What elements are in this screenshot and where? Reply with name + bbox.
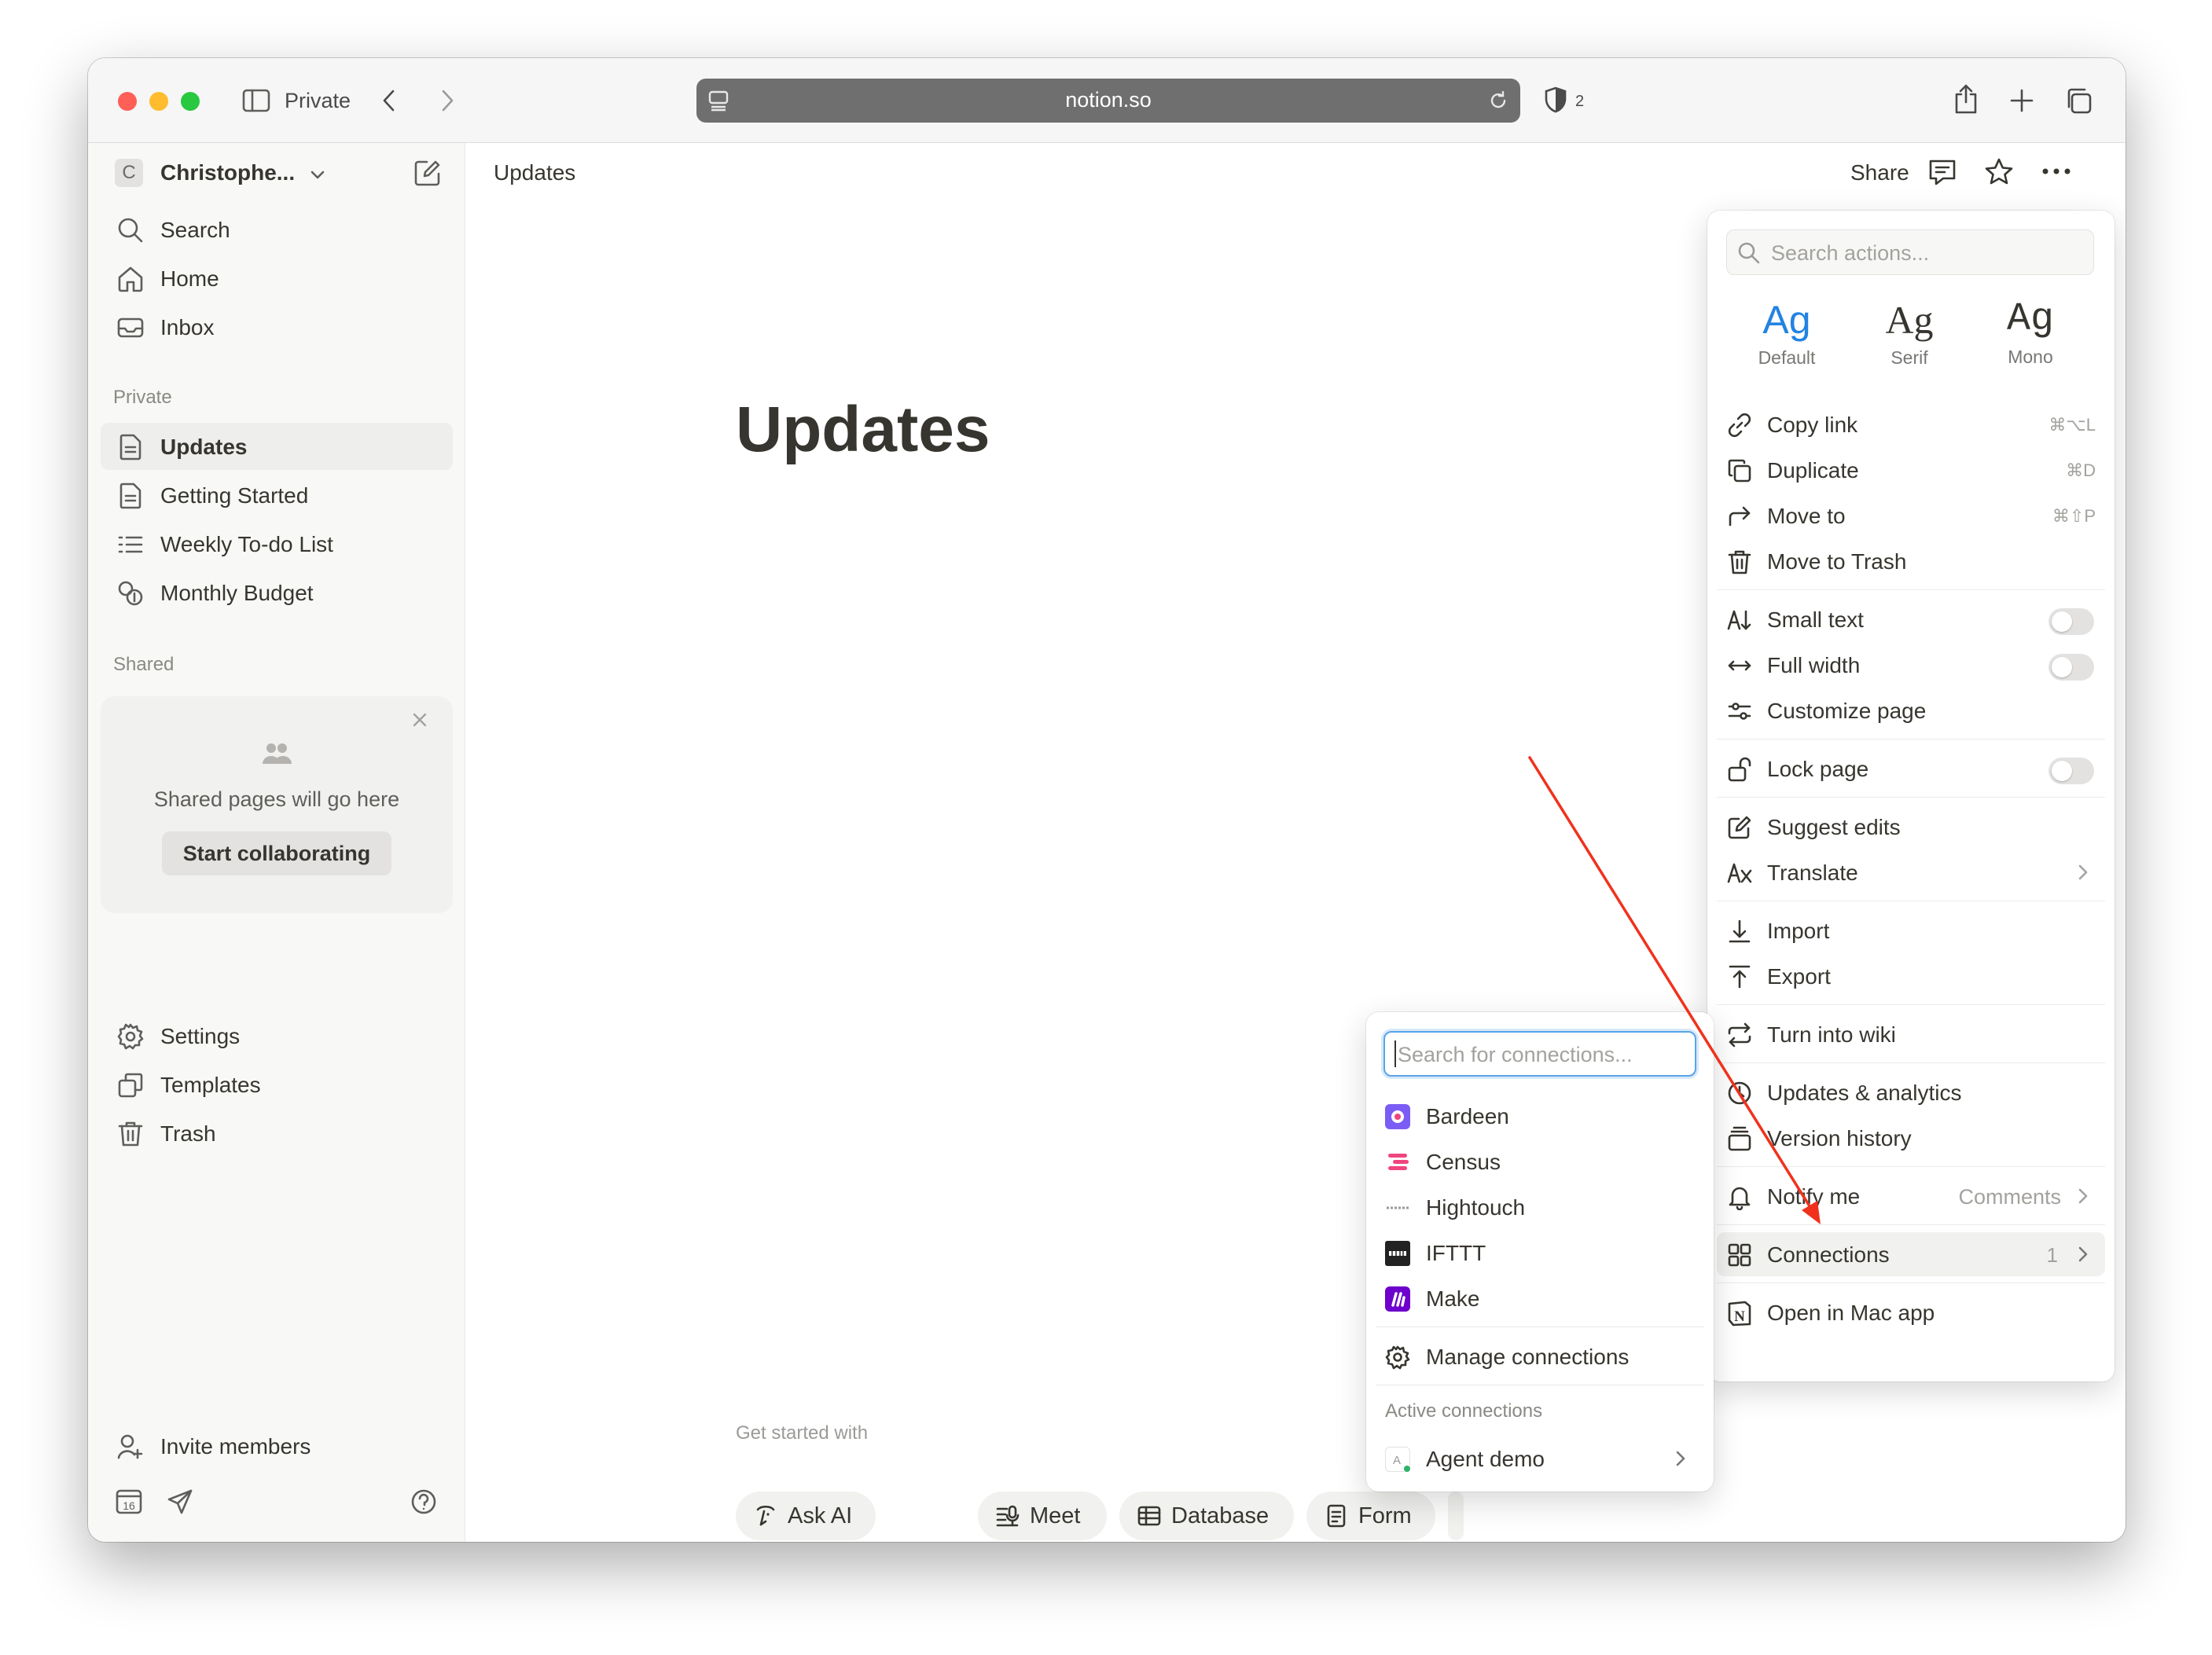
annotation-arrow	[1528, 756, 1821, 1224]
